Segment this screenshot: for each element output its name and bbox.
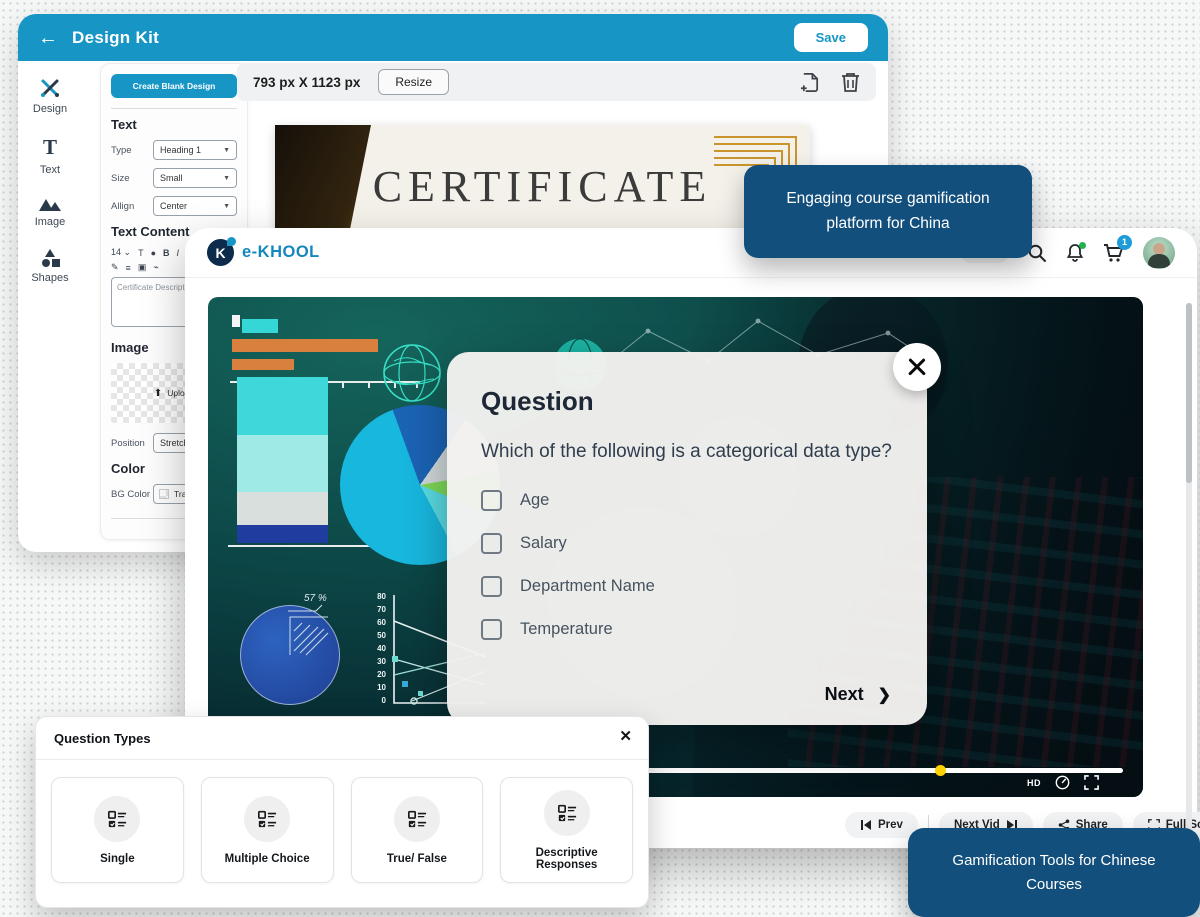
align-select[interactable]: Center ▼: [153, 196, 237, 216]
sidebar-item-text[interactable]: T Text: [40, 135, 60, 176]
next-question-button[interactable]: Next ❯: [825, 684, 891, 705]
checkbox-department-name[interactable]: [481, 576, 502, 597]
scrollbar[interactable]: [1186, 303, 1192, 833]
checklist-icon: [94, 796, 140, 842]
sidebar-item-design[interactable]: Design: [33, 77, 67, 115]
sidebar-item-shapes[interactable]: Shapes: [31, 248, 68, 284]
quiz-option-row: Age: [481, 490, 893, 511]
question-type-card-single[interactable]: Single: [51, 777, 184, 883]
tooltip-gamification-tools: Gamification Tools for Chinese Courses: [908, 828, 1200, 917]
bar-chart-decoration: [232, 339, 378, 352]
add-page-icon[interactable]: [800, 72, 821, 93]
globe-icon: [380, 341, 444, 405]
bg-color-label: BG Color: [111, 489, 150, 500]
user-avatar[interactable]: [1143, 237, 1175, 269]
pencil-icon[interactable]: ✎: [111, 262, 119, 273]
canvas-dimensions: 793 px X 1123 px: [253, 75, 360, 90]
quiz-option-row: Temperature: [481, 619, 893, 640]
ekhool-logo-icon: K: [207, 239, 234, 266]
align-label: Allign: [111, 201, 134, 212]
fullscreen-icon[interactable]: [1084, 775, 1099, 790]
sidebar-item-image[interactable]: Image: [35, 196, 66, 228]
hd-quality-button[interactable]: HD: [1027, 778, 1041, 788]
tooltip-gamification-platform: Engaging course gamification platform fo…: [744, 165, 1032, 258]
video-progress-knob[interactable]: [935, 765, 946, 776]
close-icon[interactable]: ✕: [619, 727, 632, 745]
design-kit-header: ← Design Kit Save: [18, 14, 888, 61]
prev-button[interactable]: Prev: [845, 812, 918, 838]
quiz-title: Question: [481, 386, 893, 417]
skip-prev-icon: [860, 819, 872, 831]
quiz-option-row: Salary: [481, 533, 893, 554]
cart-count-badge: 1: [1117, 235, 1132, 250]
bar-chart-decoration: [242, 319, 278, 333]
color-swatch-icon[interactable]: ●: [151, 248, 156, 258]
chevron-down-icon: ▼: [223, 175, 230, 182]
quiz-option-row: Department Name: [481, 576, 893, 597]
italic-icon[interactable]: I: [177, 248, 180, 258]
notification-dot: [1079, 242, 1086, 249]
question-type-card-descriptive[interactable]: Descriptive Responses: [500, 777, 633, 883]
ekhool-logo-text: e-KHOOL: [242, 243, 320, 262]
chevron-down-icon: ▼: [223, 147, 230, 154]
quiz-modal: Question Which of the following is a cat…: [447, 352, 927, 725]
transparent-swatch-icon: [159, 489, 169, 499]
position-label: Position: [111, 438, 145, 449]
close-icon[interactable]: [893, 343, 941, 391]
checkbox-salary[interactable]: [481, 533, 502, 554]
chevron-right-icon: ❯: [878, 685, 891, 705]
resize-button[interactable]: Resize: [378, 69, 449, 95]
checkbox-temperature[interactable]: [481, 619, 502, 640]
type-label: Type: [111, 145, 132, 156]
question-types-title: Question Types: [54, 731, 151, 746]
back-arrow-icon[interactable]: ←: [38, 28, 58, 48]
quiz-question-text: Which of the following is a categorical …: [481, 437, 893, 466]
playback-speed-icon[interactable]: [1055, 775, 1070, 790]
type-select[interactable]: Heading 1 ▼: [153, 140, 237, 160]
design-kit-sidebar: Design T Text Image Shapes: [18, 67, 82, 284]
design-tools-icon: [39, 77, 61, 99]
size-select[interactable]: Small ▼: [153, 168, 237, 188]
question-types-panel: Question Types ✕ Single Multiple Choice …: [35, 716, 649, 908]
chevron-down-icon: ▼: [223, 203, 230, 210]
trash-icon[interactable]: [841, 72, 860, 93]
insert-image-icon[interactable]: ▣: [138, 262, 147, 273]
pie-percent-label: 57 %: [304, 593, 327, 604]
bold-icon[interactable]: B: [163, 248, 170, 258]
checklist-icon: [394, 796, 440, 842]
checklist-icon: [544, 790, 590, 836]
image-icon: [38, 196, 62, 212]
question-type-card-multiple-choice[interactable]: Multiple Choice: [201, 777, 334, 883]
quiz-options: Age Salary Department Name Temperature: [481, 490, 893, 640]
text-section-title: Text: [111, 117, 237, 132]
create-blank-design-button[interactable]: Create Blank Design: [111, 74, 237, 98]
pie-hatch-decoration: [268, 603, 348, 663]
shapes-icon: [39, 248, 61, 268]
cart-icon[interactable]: 1: [1103, 243, 1125, 263]
list-icon[interactable]: ≡: [126, 263, 131, 273]
notifications-bell-icon[interactable]: [1065, 243, 1085, 263]
checkbox-age[interactable]: [481, 490, 502, 511]
text-icon: T: [43, 135, 57, 160]
bar-chart-decoration: [232, 359, 294, 370]
save-button[interactable]: Save: [794, 23, 868, 52]
design-kit-title: Design Kit: [72, 28, 159, 48]
stacked-bar-decoration: [237, 377, 328, 543]
bar-chart-decoration: [232, 315, 240, 327]
question-type-card-true-false[interactable]: True/ False: [351, 777, 484, 883]
lms-header: K e-KHOOL LMS 1: [185, 228, 1197, 278]
checklist-icon: [244, 796, 290, 842]
upload-icon: ⬆: [154, 388, 162, 399]
size-label: Size: [111, 173, 129, 184]
link-icon[interactable]: ⌁: [153, 262, 158, 273]
font-size-control[interactable]: 14 ⌄: [111, 247, 131, 258]
canvas-toolbar: 793 px X 1123 px Resize: [237, 63, 876, 101]
text-color-icon[interactable]: T: [138, 248, 144, 258]
